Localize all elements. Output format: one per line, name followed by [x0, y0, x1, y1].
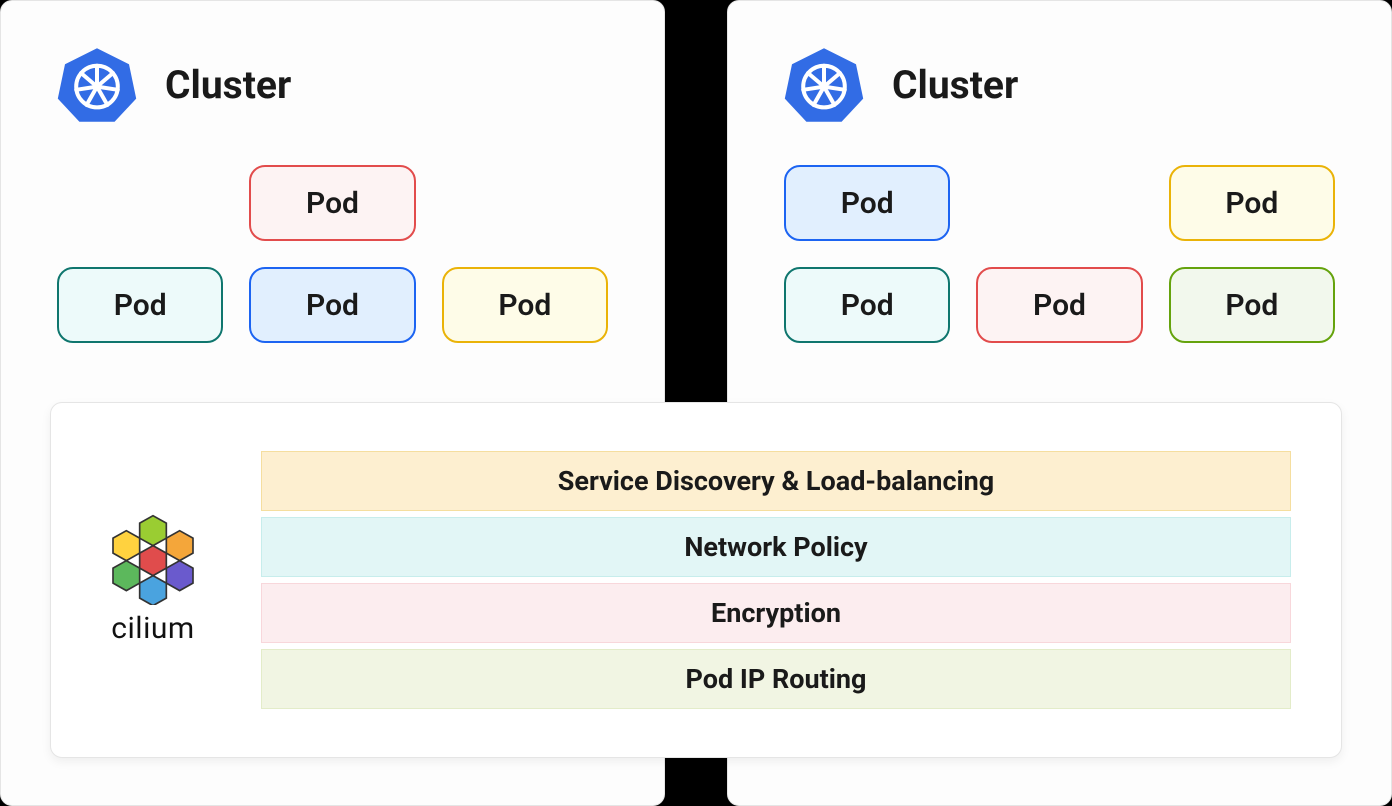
feature-pod-ip-routing: Pod IP Routing — [261, 649, 1291, 709]
feature-service-discovery: Service Discovery & Load-balancing — [261, 451, 1291, 511]
pod: Pod — [976, 267, 1142, 343]
pod: Pod — [1169, 267, 1335, 343]
cilium-name: cilium — [111, 611, 194, 646]
pod: Pod — [784, 267, 950, 343]
pod: Pod — [57, 267, 223, 343]
cluster-header: Cluster — [1, 1, 664, 135]
cluster-header: Cluster — [728, 1, 1391, 135]
pod: Pod — [442, 267, 608, 343]
pod: Pod — [784, 165, 950, 241]
pods-grid-left: Pod Pod Pod Pod — [1, 135, 664, 343]
cluster-title: Cluster — [892, 62, 1018, 108]
pod: Pod — [249, 267, 415, 343]
pod: Pod — [249, 165, 415, 241]
kubernetes-icon — [784, 45, 864, 125]
cluster-title: Cluster — [165, 62, 291, 108]
cilium-brand: cilium — [83, 514, 223, 647]
pods-grid-right: Pod Pod Pod Pod Pod — [728, 135, 1391, 343]
kubernetes-icon — [57, 45, 137, 125]
cilium-card: cilium Service Discovery & Load-balancin… — [50, 402, 1342, 758]
feature-stack: Service Discovery & Load-balancing Netwo… — [261, 451, 1291, 709]
feature-network-policy: Network Policy — [261, 517, 1291, 577]
feature-encryption: Encryption — [261, 583, 1291, 643]
cilium-logo-icon — [103, 514, 203, 606]
pod: Pod — [1169, 165, 1335, 241]
